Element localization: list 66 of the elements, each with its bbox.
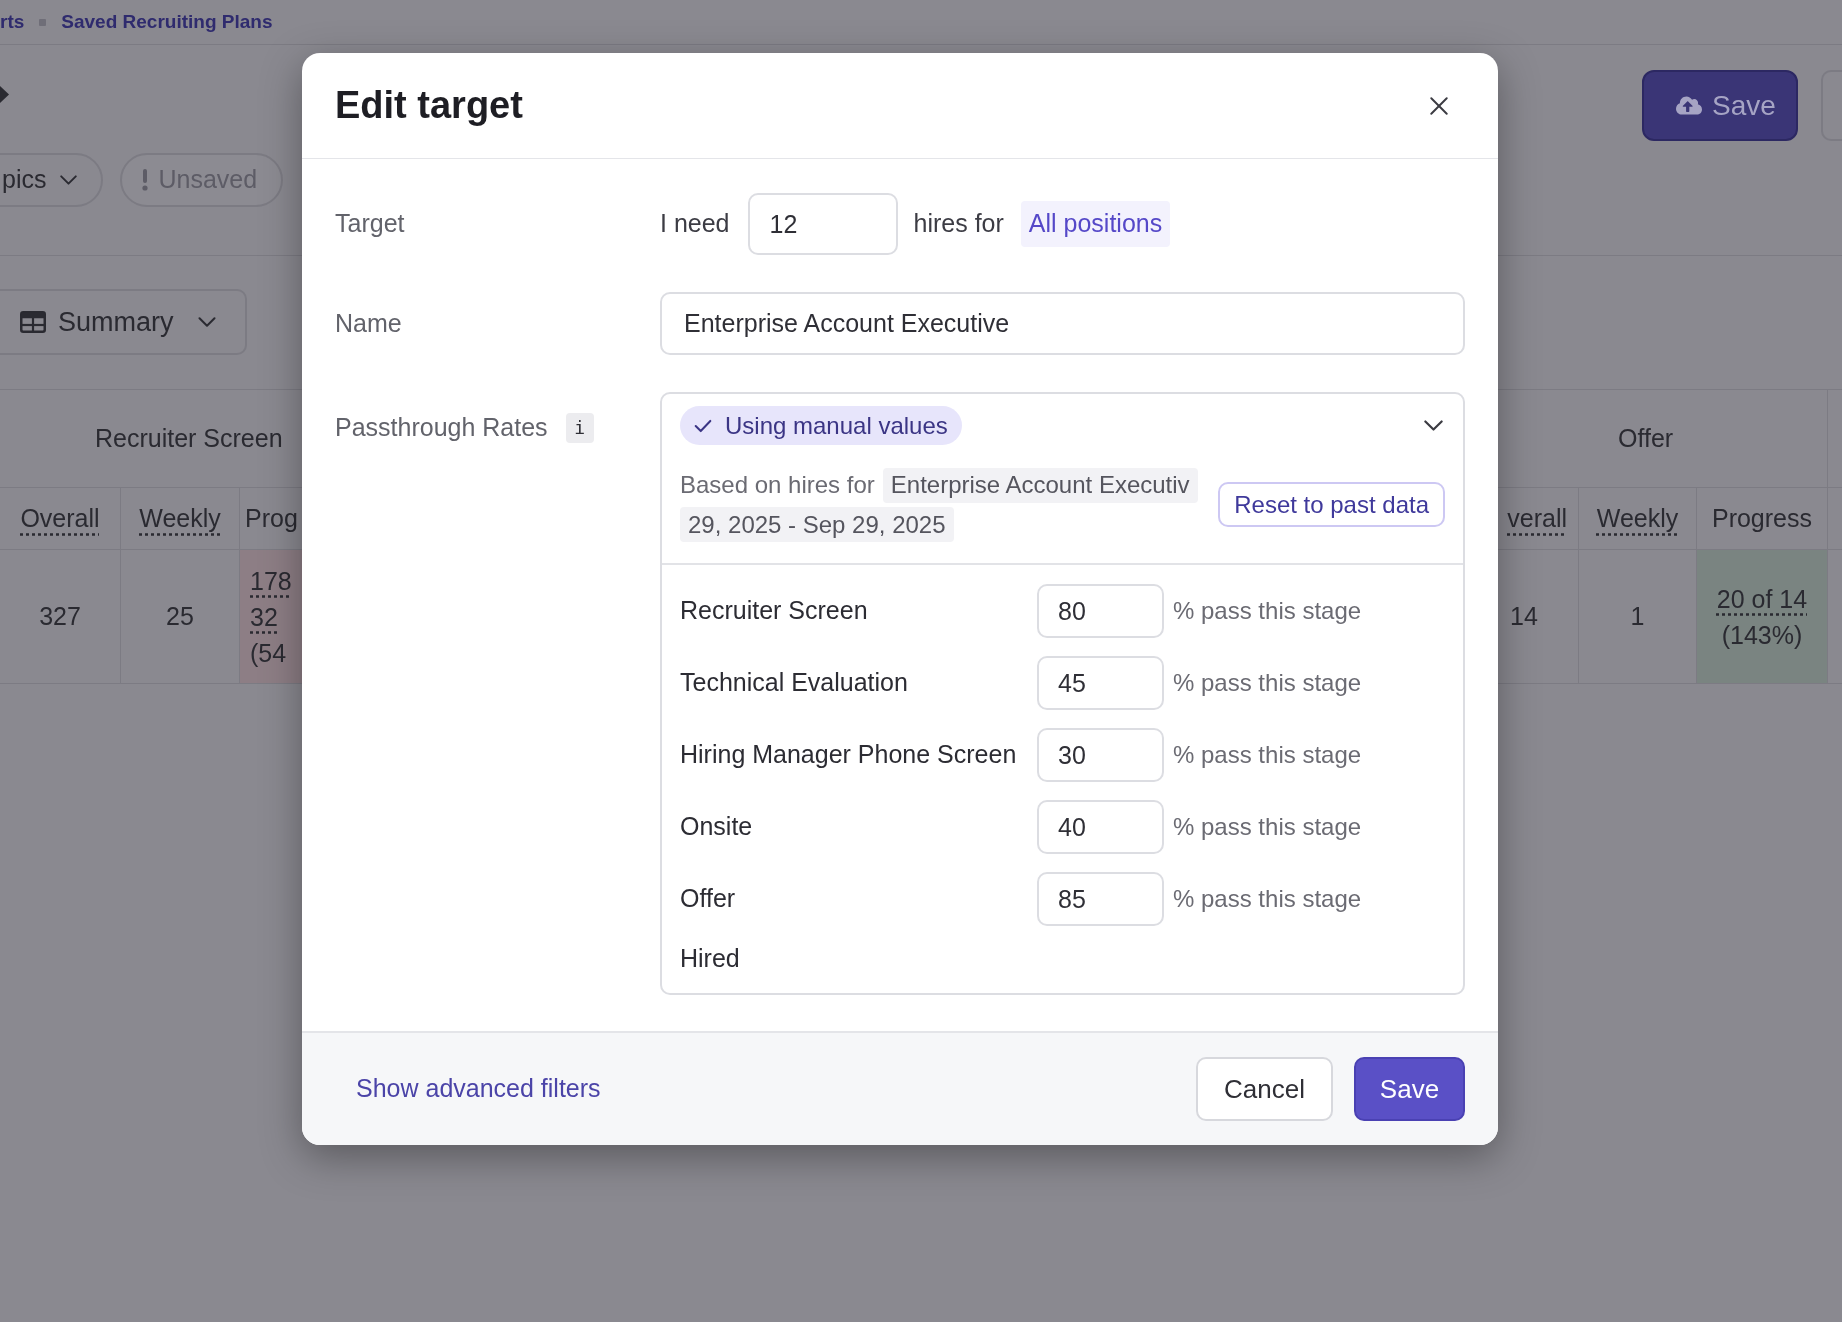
cancel-button[interactable]: Cancel [1196, 1057, 1333, 1121]
positions-selector[interactable]: All positions [1020, 201, 1171, 247]
column-header: Overall [20, 502, 100, 534]
stage-label: Recruiter Screen [680, 595, 869, 627]
progress-text: 32 [250, 601, 278, 633]
column-header: verall [1507, 502, 1567, 534]
rate-suffix-text: % pass this stage [1173, 596, 1362, 626]
hires-count-input[interactable]: 12 [747, 193, 898, 255]
table-icon [20, 311, 46, 333]
cloud-upload-icon [1676, 95, 1702, 116]
breadcrumb-link[interactable]: Saved Recruiting Plans [61, 7, 273, 37]
filter-dropdown[interactable]: pics [0, 153, 104, 207]
name-input[interactable]: Enterprise Account Executive [660, 292, 1465, 355]
table-cell-text: 327 [39, 600, 81, 632]
field-label: Name [335, 307, 403, 339]
manual-values-toggle[interactable]: Using manual values [680, 406, 962, 445]
table-cell-text: 14 [1510, 600, 1538, 632]
chevron-down-icon [197, 317, 216, 327]
rate-input[interactable]: 30 [1037, 728, 1164, 782]
view-dropdown[interactable]: Summary [0, 289, 247, 355]
chevron-down-icon [60, 175, 78, 185]
column-header: Progress [1711, 502, 1812, 534]
column-group-header: Offer [1618, 422, 1674, 454]
rate-suffix-text: % pass this stage [1173, 884, 1362, 914]
info-badge[interactable]: i [565, 412, 594, 443]
triangle-icon [0, 86, 9, 103]
close-button[interactable] [1428, 94, 1450, 117]
show-filters-link[interactable]: Show advanced filters [356, 1070, 601, 1108]
basis-text: Based on hires for [680, 470, 875, 500]
breadcrumb-link[interactable]: rts [0, 7, 25, 37]
rate-input[interactable]: 85 [1037, 872, 1164, 926]
progress-text: 178 [250, 565, 292, 597]
stage-label: Onsite [680, 811, 754, 843]
progress-text: (143%) [1721, 619, 1803, 651]
save-button[interactable]: Save [1354, 1057, 1465, 1121]
bullet-icon [39, 18, 47, 26]
save-button[interactable]: Save [1642, 70, 1798, 141]
column-header: Weekly [139, 502, 221, 534]
progress-text: 20 of 14 [1716, 583, 1808, 615]
rate-suffix-text: % pass this stage [1173, 812, 1362, 842]
rate-input[interactable]: 80 [1037, 584, 1164, 638]
rate-suffix-text: % pass this stage [1173, 668, 1362, 698]
stage-label: Hired [680, 943, 740, 975]
table-cell-text: 25 [166, 600, 194, 632]
rate-suffix-text: % pass this stage [1173, 740, 1362, 770]
rate-input[interactable]: 40 [1037, 800, 1164, 854]
field-label: Passthrough Rates [335, 412, 548, 443]
column-header: Prog [245, 502, 298, 534]
table-cell-text: 1 [1630, 600, 1645, 632]
target-prefix-text: I need [660, 208, 730, 240]
stage-label: Technical Evaluation [680, 667, 909, 699]
dialog-title: Edit target [335, 83, 523, 128]
reset-button[interactable]: Reset to past data [1218, 482, 1445, 527]
hires-for-text: hires for [913, 208, 1004, 240]
field-label: Target [335, 208, 406, 240]
source-tag: 29, 2025 - Sep 29, 2025 [680, 507, 954, 542]
stage-label: Offer [680, 883, 737, 915]
close-icon [1430, 96, 1448, 115]
exclamation-icon [142, 169, 149, 191]
chevron-down-icon[interactable] [1424, 420, 1443, 431]
stage-label: Hiring Manager Phone Screen [680, 739, 1018, 771]
column-group-header: Recruiter Screen [95, 422, 283, 454]
progress-text: (54 [250, 637, 287, 669]
source-tag: Enterprise Account Executiv [882, 467, 1198, 503]
column-header: Weekly [1596, 502, 1679, 534]
rate-input[interactable]: 45 [1037, 656, 1164, 710]
